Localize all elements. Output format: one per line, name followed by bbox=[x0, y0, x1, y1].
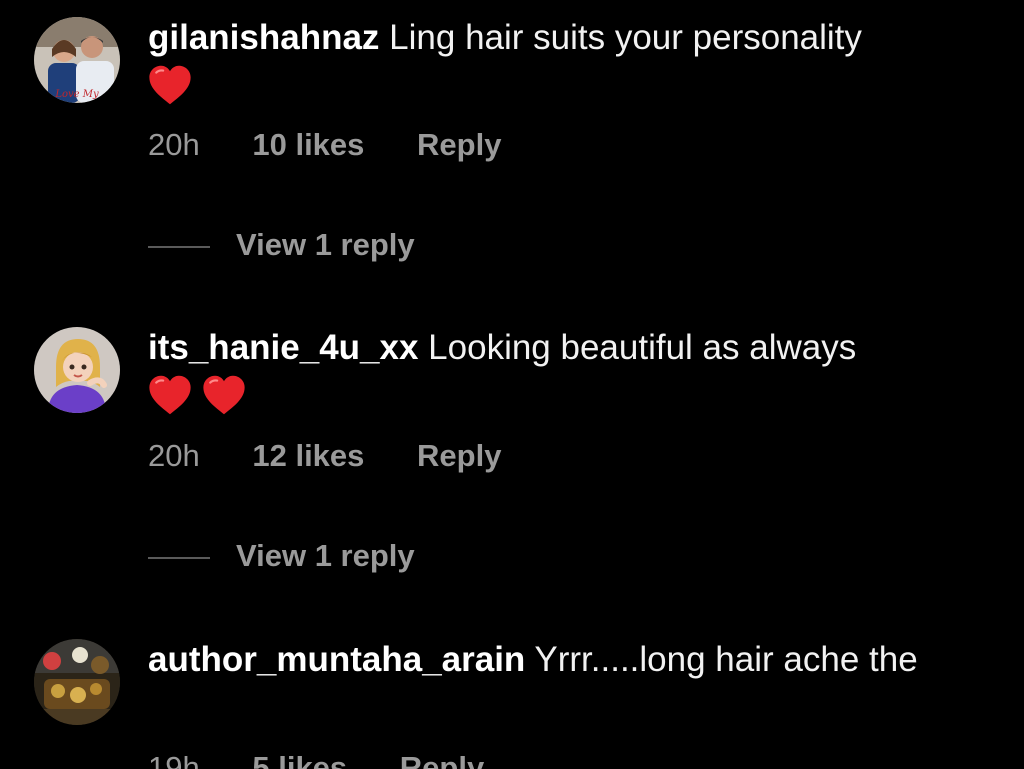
reply-button[interactable]: Reply bbox=[417, 438, 501, 474]
comment-text: author_muntaha_arain Yrrr.....long hair … bbox=[148, 638, 968, 682]
comment-likes[interactable]: 10 likes bbox=[252, 127, 364, 163]
comment-time: 20h bbox=[148, 127, 200, 162]
divider-line bbox=[148, 556, 210, 559]
view-replies-button[interactable]: View 1 reply bbox=[148, 538, 415, 574]
reply-button[interactable]: Reply bbox=[400, 750, 484, 769]
view-replies-label: View 1 reply bbox=[236, 538, 415, 573]
avatar[interactable] bbox=[34, 327, 120, 413]
comment-body: Yrrr.....long hair ache the bbox=[534, 640, 918, 679]
comment-emojis bbox=[148, 60, 988, 106]
red-heart-icon bbox=[149, 375, 191, 414]
comment-time: 19h bbox=[148, 750, 200, 769]
comment-meta: 20h 10 likes Reply bbox=[148, 127, 545, 163]
comment-emojis bbox=[148, 370, 988, 416]
comments-list: Love My gilanishahnaz Ling hair suits yo… bbox=[0, 0, 1024, 769]
avatar[interactable] bbox=[34, 639, 120, 725]
comment-likes[interactable]: 12 likes bbox=[252, 438, 364, 474]
divider-line bbox=[148, 245, 210, 248]
comment-text: gilanishahnaz Ling hair suits your perso… bbox=[148, 16, 988, 106]
comment-username[interactable]: author_muntaha_arain bbox=[148, 640, 525, 679]
comment-body: Ling hair suits your personality bbox=[389, 18, 862, 57]
red-heart-icon bbox=[149, 65, 191, 104]
view-replies-label: View 1 reply bbox=[236, 227, 415, 262]
reply-button[interactable]: Reply bbox=[417, 127, 501, 163]
view-replies-button[interactable]: View 1 reply bbox=[148, 227, 415, 263]
comment-meta: 20h 12 likes Reply bbox=[148, 438, 545, 474]
avatar[interactable]: Love My bbox=[34, 17, 120, 103]
red-heart-icon bbox=[203, 375, 245, 414]
comment-username[interactable]: gilanishahnaz bbox=[148, 18, 379, 57]
comment-body: Looking beautiful as always bbox=[428, 328, 857, 367]
comment-text: its_hanie_4u_xx Looking beautiful as alw… bbox=[148, 326, 988, 416]
svg-text:Love My: Love My bbox=[54, 89, 99, 100]
comment-time: 20h bbox=[148, 438, 200, 473]
comment-username[interactable]: its_hanie_4u_xx bbox=[148, 328, 418, 367]
comment-likes[interactable]: 5 likes bbox=[252, 750, 347, 769]
comment-meta: 19h 5 likes Reply bbox=[148, 750, 528, 769]
